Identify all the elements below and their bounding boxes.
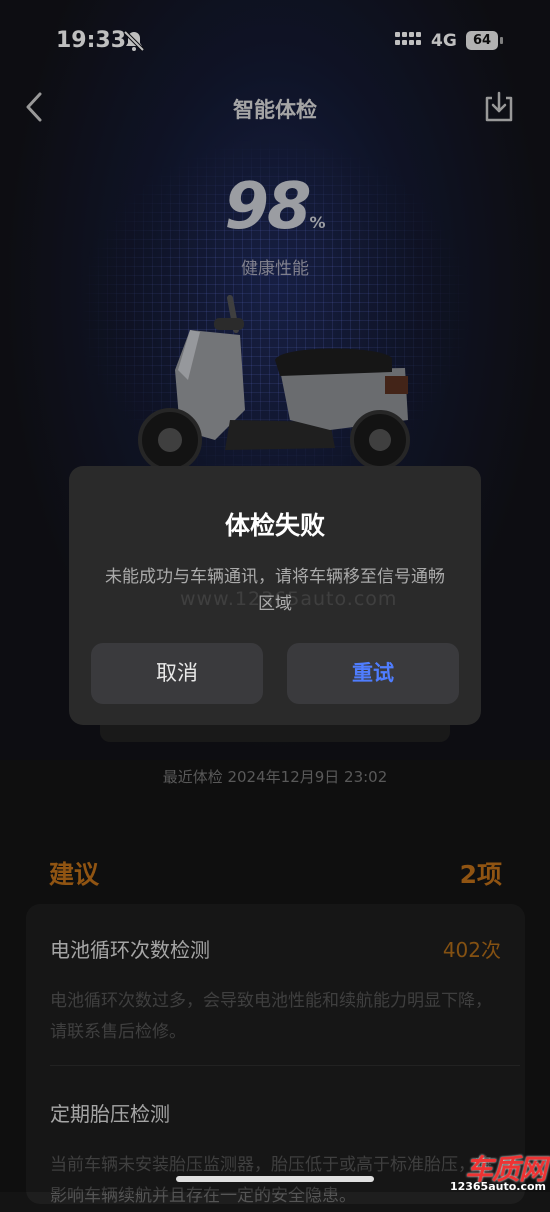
- home-indicator[interactable]: [176, 1176, 374, 1182]
- cancel-button[interactable]: 取消: [91, 643, 263, 704]
- watermark: www.12365auto.com: [180, 588, 398, 610]
- retry-button[interactable]: 重试: [287, 643, 459, 704]
- dialog-title: 体检失败: [224, 511, 325, 540]
- site-logo: 车质网 12365auto.com: [444, 1148, 548, 1193]
- logo-sub-text: 12365auto.com: [449, 1180, 546, 1193]
